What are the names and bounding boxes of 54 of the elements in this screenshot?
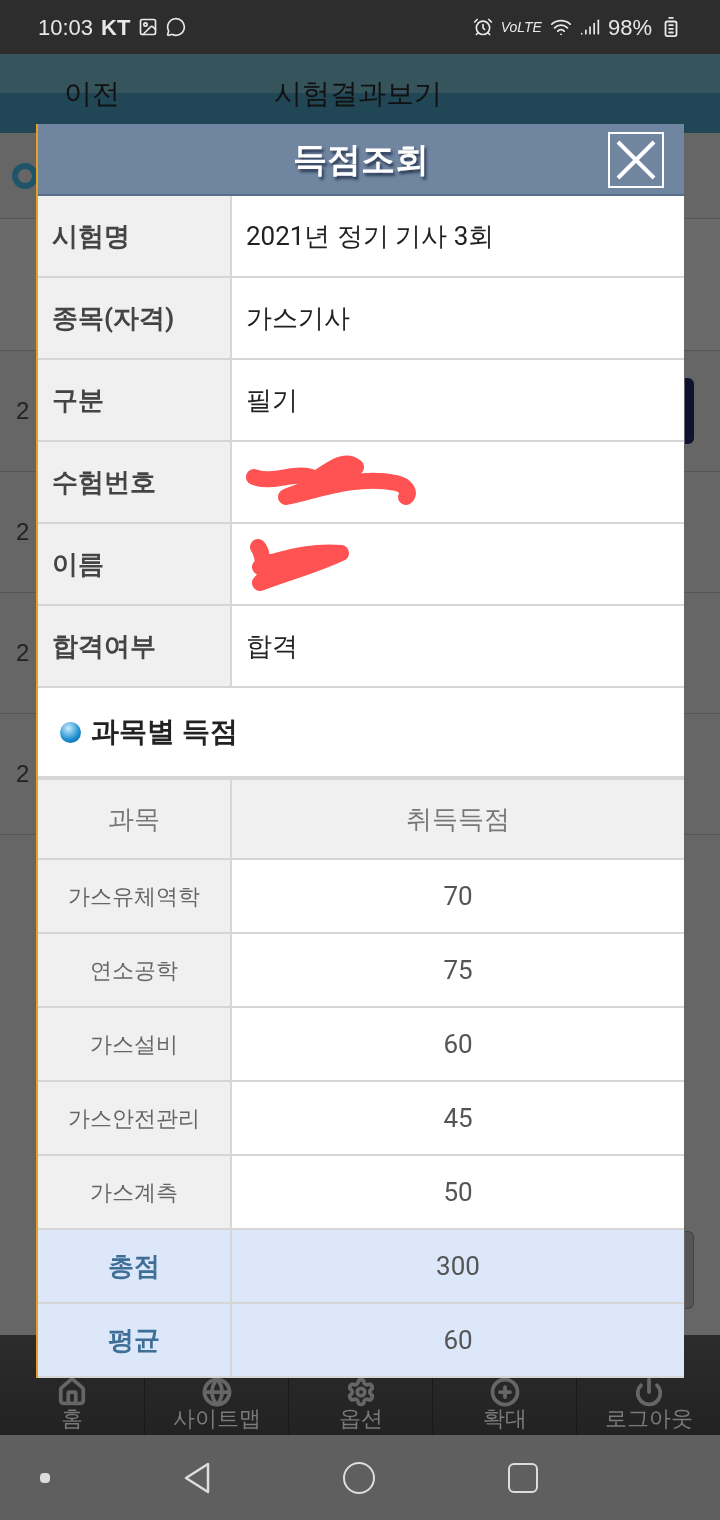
back-icon [182, 1461, 211, 1494]
alarm-icon [472, 17, 493, 37]
section-title: 과목별 득점 [91, 714, 238, 750]
info-label-cell: 종목(자격) [38, 278, 232, 358]
bullet-icon [12, 162, 38, 189]
subject-cell: 총점 [38, 1230, 232, 1302]
score-cell-text: 70 [442, 879, 474, 913]
plus-icon [489, 1377, 520, 1407]
back-button[interactable]: 이전 [64, 72, 224, 115]
subject-cell: 가스설비 [38, 1008, 232, 1080]
subject-cell: 가스유체역학 [38, 860, 232, 932]
battery-text: 98% [607, 13, 652, 42]
chat-icon [166, 17, 187, 37]
settings-icon [345, 1377, 376, 1407]
info-label-cell: 구분 [38, 360, 232, 440]
clock-text: 10:03 [38, 13, 94, 42]
info-value-cell-text: 가스기사 [245, 301, 351, 335]
signal-icon [579, 17, 600, 37]
score-cell-text: 50 [442, 1175, 474, 1209]
subject-cell: 연소공학 [38, 934, 232, 1006]
info-value-cell-text: 합격 [245, 629, 299, 663]
recents-icon [507, 1462, 538, 1493]
score-cell-text: 45 [442, 1101, 474, 1135]
home-icon [57, 1377, 87, 1407]
info-label-cell: 합격여부 [38, 606, 232, 686]
score-cell-text: 300 [435, 1249, 481, 1283]
image-icon [138, 17, 159, 37]
table-cell-text: 2 [16, 396, 30, 426]
side-button[interactable] [685, 1231, 694, 1309]
bullet-icon [60, 721, 81, 743]
column-header: 과목 [38, 780, 232, 858]
globe-icon [201, 1377, 232, 1407]
score-cell-text: 60 [442, 1027, 474, 1061]
table-cell-text: 2 [16, 759, 30, 789]
dialog-title: 득점조회 [293, 137, 429, 181]
subject-cell: 가스안전관리 [38, 1082, 232, 1154]
column-header: 취득득점 [405, 802, 511, 836]
power-icon [633, 1377, 664, 1407]
table-cell-text: 2 [16, 638, 30, 668]
subject-cell: 가스계측 [38, 1156, 232, 1228]
carrier-text: KT [101, 13, 131, 42]
info-value-cell-text: 필기 [245, 383, 299, 417]
info-label-cell: 수험번호 [38, 442, 232, 522]
page-title: 시험결과보기 [274, 76, 442, 111]
info-value-cell-text: 2021년 정기 기사 3회 [245, 219, 496, 253]
close-button[interactable] [608, 132, 664, 188]
info-label-cell: 이름 [38, 524, 232, 604]
side-button[interactable] [685, 378, 694, 444]
score-cell-text: 75 [442, 953, 474, 987]
subject-cell: 평균 [38, 1304, 232, 1376]
table-cell-text: 2 [16, 517, 30, 547]
close-icon [614, 138, 658, 182]
info-label-cell: 시험명 [38, 196, 232, 276]
volte-text: VoLTE [500, 17, 542, 37]
